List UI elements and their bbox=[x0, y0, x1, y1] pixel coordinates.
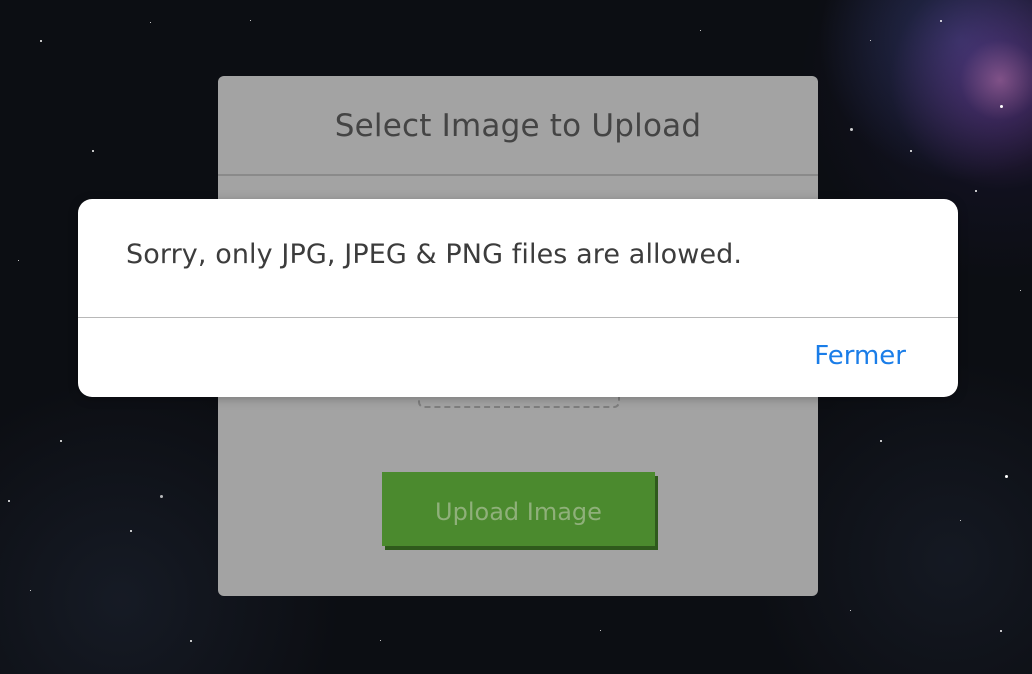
alert-dialog: Sorry, only JPG, JPEG & PNG files are al… bbox=[78, 199, 958, 397]
upload-image-button[interactable]: Upload Image bbox=[382, 472, 655, 546]
upload-card-title: Select Image to Upload bbox=[334, 108, 702, 144]
alert-message: Sorry, only JPG, JPEG & PNG files are al… bbox=[126, 239, 743, 270]
alert-divider bbox=[78, 317, 958, 318]
close-button[interactable]: Fermer bbox=[814, 341, 906, 371]
card-divider bbox=[218, 174, 818, 176]
